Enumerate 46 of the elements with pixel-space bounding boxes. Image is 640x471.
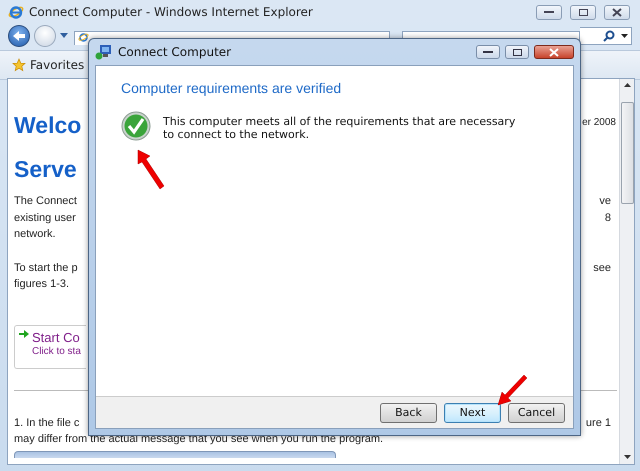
minimize-button[interactable] [536,4,562,20]
page-heading: Serve [14,155,77,184]
arrow-icon [496,373,528,407]
minimize-button[interactable] [476,45,500,59]
scrollbar[interactable] [619,79,634,464]
page-text: figures 1-3. [14,277,70,292]
close-icon [549,48,559,56]
favorites-button[interactable]: Favorites [10,56,86,74]
network-computer-icon [95,44,113,60]
page-text: 8 [604,210,611,226]
page-text: existing user [14,210,76,226]
dialog-heading: Computer requirements are verified [121,80,342,96]
page-text: er 2008 [582,117,616,128]
wizard-button[interactable]: Next [444,402,501,422]
check-icon [121,111,151,141]
scroll-thumb[interactable] [620,102,634,204]
page-icon [78,33,89,42]
maximize-button[interactable] [505,45,529,59]
back-arrow-icon [12,30,26,42]
page-text: The Connect [14,194,77,209]
search-button[interactable] [580,27,632,45]
close-button[interactable] [604,4,630,20]
page-text: ure 1 [586,416,611,430]
dialog-title: Connect Computer [118,45,232,59]
browser-logo-icon [8,4,24,20]
back-button[interactable] [8,25,30,47]
wizard-button[interactable]: Back [380,402,437,422]
scroll-down-icon[interactable] [624,455,630,460]
arrow-icon [19,328,29,338]
wizard-button[interactable]: Cancel [508,402,565,422]
page-text: ve [599,194,611,209]
window-title: Connect Computer - Windows Internet Explorer [29,5,314,19]
page-heading: Welco [14,111,82,140]
close-icon [612,8,622,16]
start-link-card[interactable]: Start Co Click to sta [14,324,86,368]
status-message: This computer meets all of the requirements that are necessary to connect to the network. [163,115,516,141]
search-icon [603,30,615,42]
scroll-up-icon[interactable] [624,83,630,88]
dropdown-caret-icon[interactable] [621,34,628,38]
page-text: To start the p [14,260,78,276]
page-text: 1. In the file c [14,416,80,430]
maximize-button[interactable] [570,4,596,20]
page-text: network. [14,227,56,242]
star-icon [12,58,26,72]
close-button[interactable] [534,45,574,59]
page-text: see [593,260,611,276]
